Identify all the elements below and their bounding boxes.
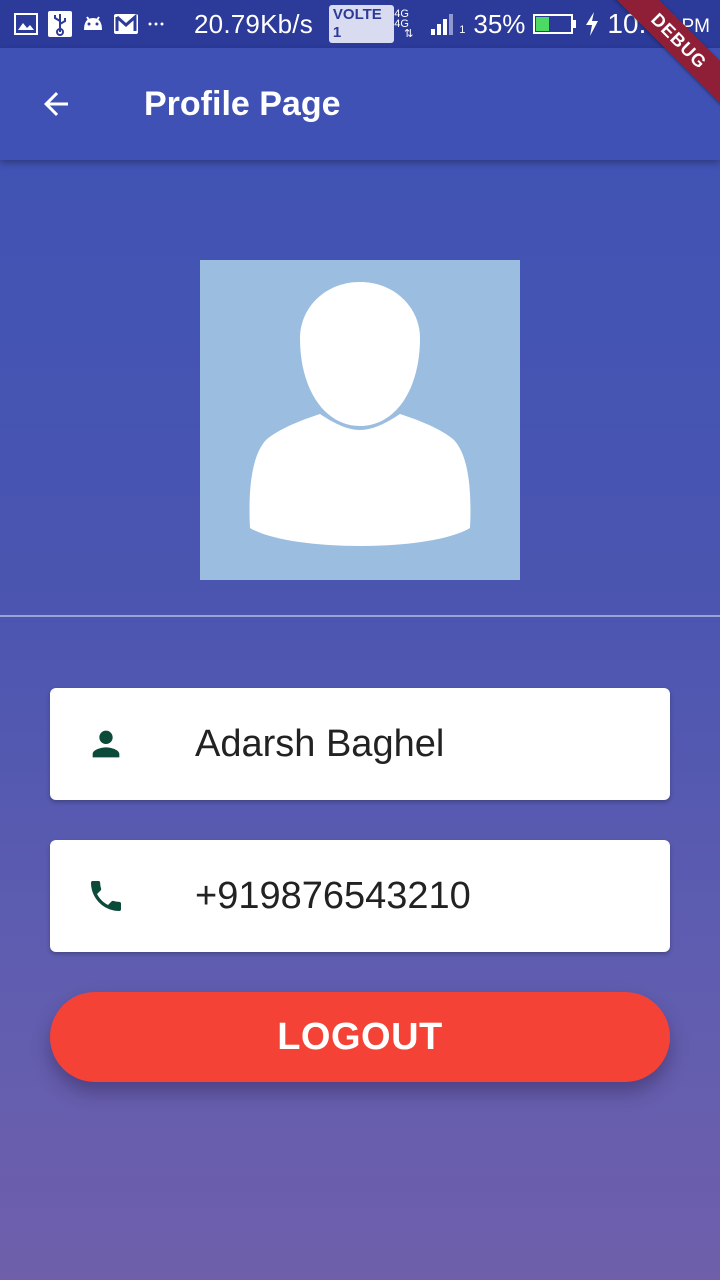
profile-avatar <box>200 260 520 580</box>
battery-percent: 35% <box>473 8 526 39</box>
volte-badge: VOLTE 1 <box>328 5 395 43</box>
data-arrows-icon: ⇅ <box>404 28 414 40</box>
divider <box>0 615 720 617</box>
network-type: 4G 4G ⇅ <box>394 8 423 40</box>
profile-name: Adarsh Baghel <box>195 722 445 765</box>
phone-icon <box>86 876 126 916</box>
network-speed: 20.79Kb/s <box>194 8 313 39</box>
person-icon <box>86 724 126 764</box>
logout-button[interactable]: LOGOUT <box>50 992 670 1082</box>
profile-phone: +919876543210 <box>195 874 471 917</box>
phone-card: +919876543210 <box>50 840 670 952</box>
network-type-label: 4G 4G <box>394 8 409 30</box>
app-bar: Profile Page <box>0 48 720 160</box>
sim-index: 1 <box>459 24 466 36</box>
person-silhouette-icon <box>249 282 471 546</box>
usb-icon <box>48 11 72 37</box>
android-icon <box>82 14 104 34</box>
gallery-icon <box>14 13 38 35</box>
status-bar: 20.79Kb/s VOLTE 1 4G 4G ⇅ 1 35% 10:46 PM <box>0 0 720 48</box>
charging-icon <box>585 12 599 36</box>
name-card: Adarsh Baghel <box>50 688 670 800</box>
battery-icon <box>533 13 577 35</box>
signal-icon <box>431 13 457 35</box>
more-notifications-icon <box>148 21 164 27</box>
gmail-icon <box>114 14 138 34</box>
arrow-back-icon <box>44 92 68 116</box>
page-title: Profile Page <box>144 84 341 123</box>
back-button[interactable] <box>28 76 84 132</box>
